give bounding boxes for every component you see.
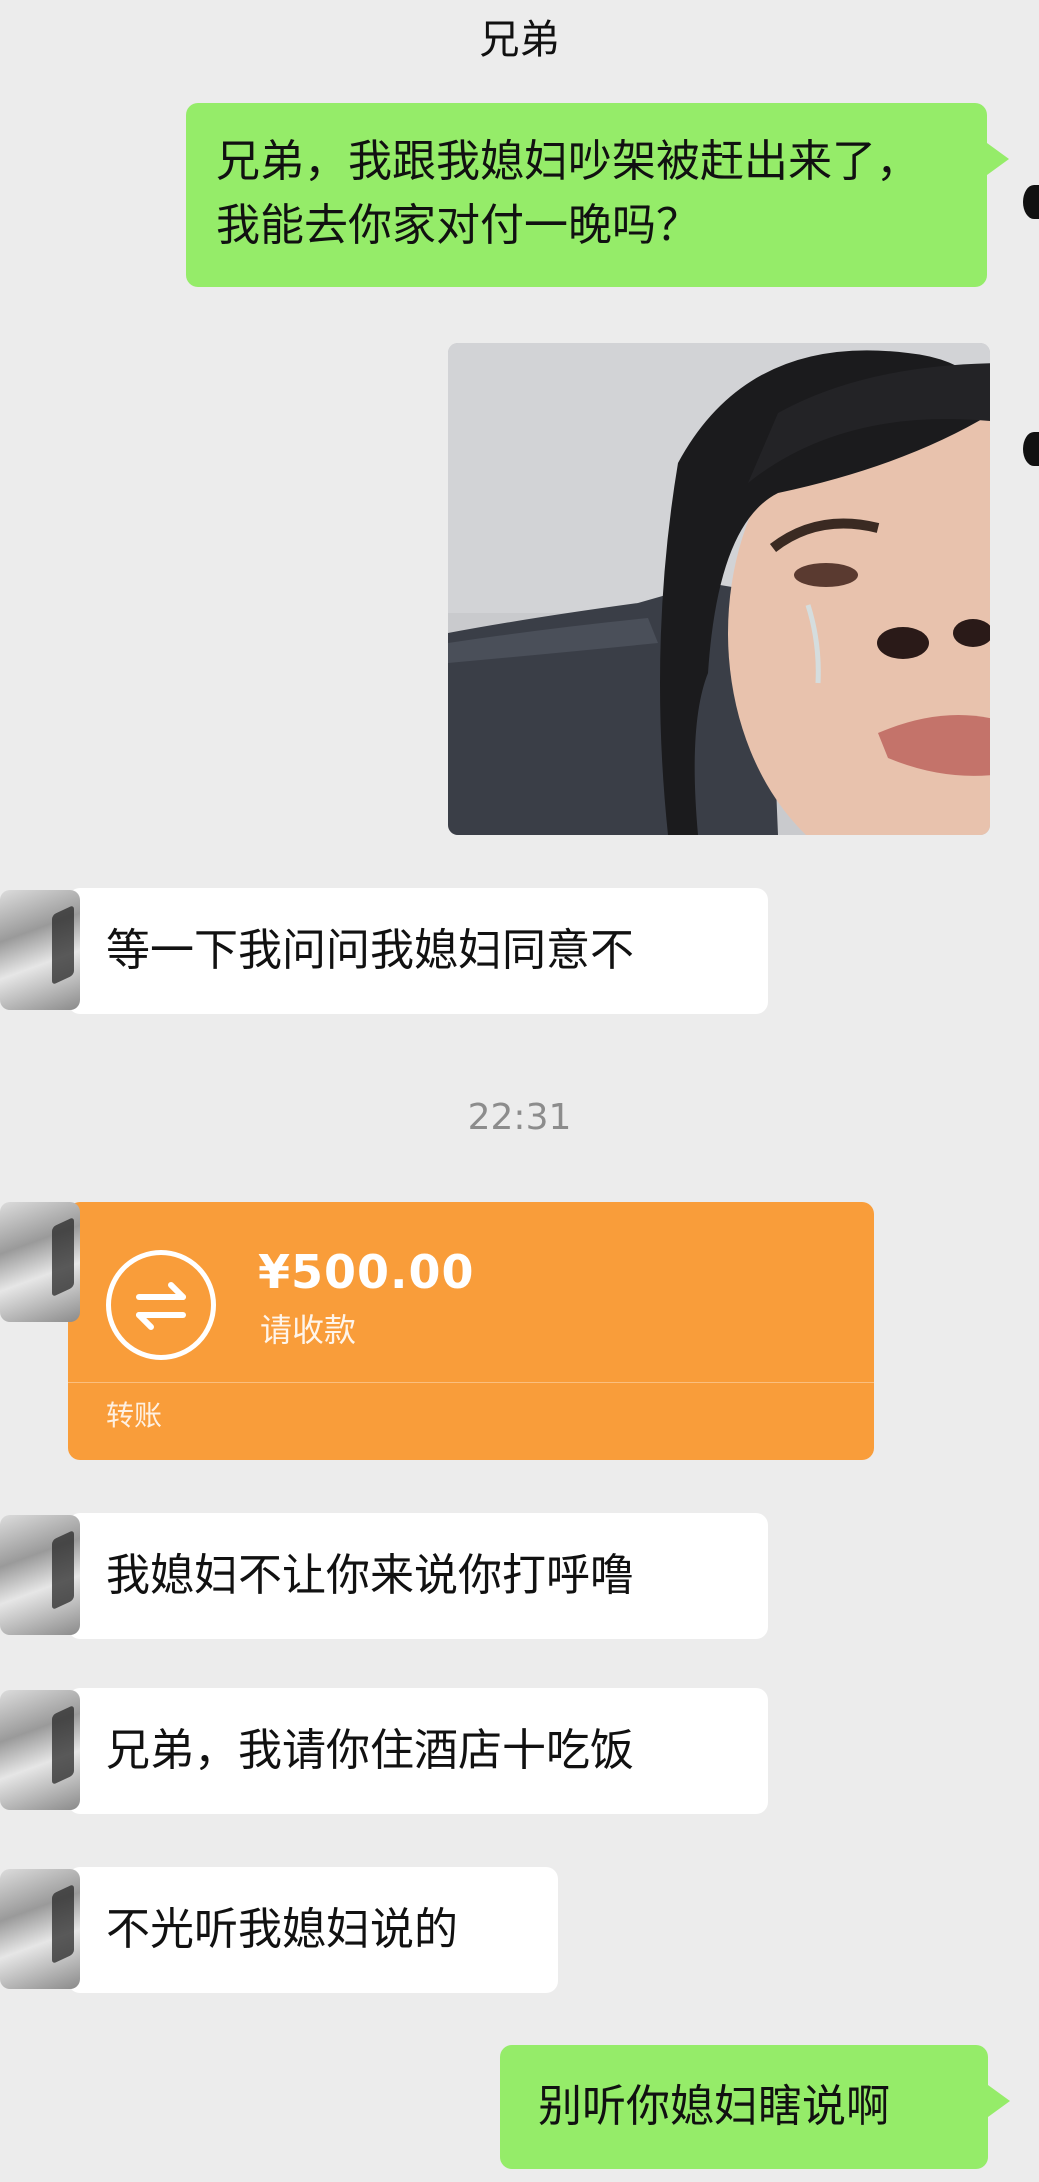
received-message-bubble[interactable]: 不光听我媳妇说的 — [0, 1867, 558, 1993]
sent-message-bubble[interactable]: 别听你媳妇瞎说啊 — [500, 2045, 1010, 2169]
contact-avatar[interactable] — [0, 1869, 80, 1989]
message-text: 兄弟，我请你住酒店十吃饭 — [106, 1725, 634, 1776]
chat-title: 兄弟 — [479, 17, 560, 63]
received-message-bubble[interactable]: 我媳妇不让你来说你打呼噜 — [0, 1513, 768, 1639]
message-text: 兄弟，我跟我媳妇吵架被赶出来了，我能去你家对付一晚吗？ — [216, 136, 920, 251]
contact-avatar[interactable] — [0, 1690, 80, 1810]
edge-mark — [1023, 185, 1039, 219]
contact-avatar[interactable] — [0, 890, 80, 1010]
money-transfer-card[interactable]: ¥500.00 请收款 转账 — [0, 1202, 874, 1460]
received-message-bubble[interactable]: 等一下我问问我媳妇同意不 — [0, 888, 768, 1014]
transfer-status: 请收款 — [260, 1311, 357, 1349]
received-message-bubble[interactable]: 兄弟，我请你住酒店十吃饭 — [0, 1688, 768, 1814]
contact-avatar[interactable] — [0, 1202, 80, 1322]
message-text: 我媳妇不让你来说你打呼噜 — [106, 1550, 634, 1601]
transfer-amount: ¥500.00 — [258, 1245, 475, 1299]
edge-mark — [1023, 432, 1039, 466]
sent-message-bubble[interactable]: 兄弟，我跟我媳妇吵架被赶出来了，我能去你家对付一晚吗？ — [186, 103, 1009, 287]
message-text: 别听你媳妇瞎说啊 — [538, 2081, 890, 2132]
sent-photo[interactable] — [448, 343, 990, 835]
contact-avatar[interactable] — [0, 1515, 80, 1635]
transfer-label: 转账 — [106, 1399, 163, 1432]
crying-man-photo-image — [448, 343, 990, 835]
divider — [68, 1382, 874, 1383]
message-timestamp: 22:31 — [467, 1097, 572, 1138]
message-text: 不光听我媳妇说的 — [106, 1904, 458, 1955]
message-text: 等一下我问问我媳妇同意不 — [106, 925, 634, 976]
transfer-arrows-icon — [106, 1250, 216, 1360]
